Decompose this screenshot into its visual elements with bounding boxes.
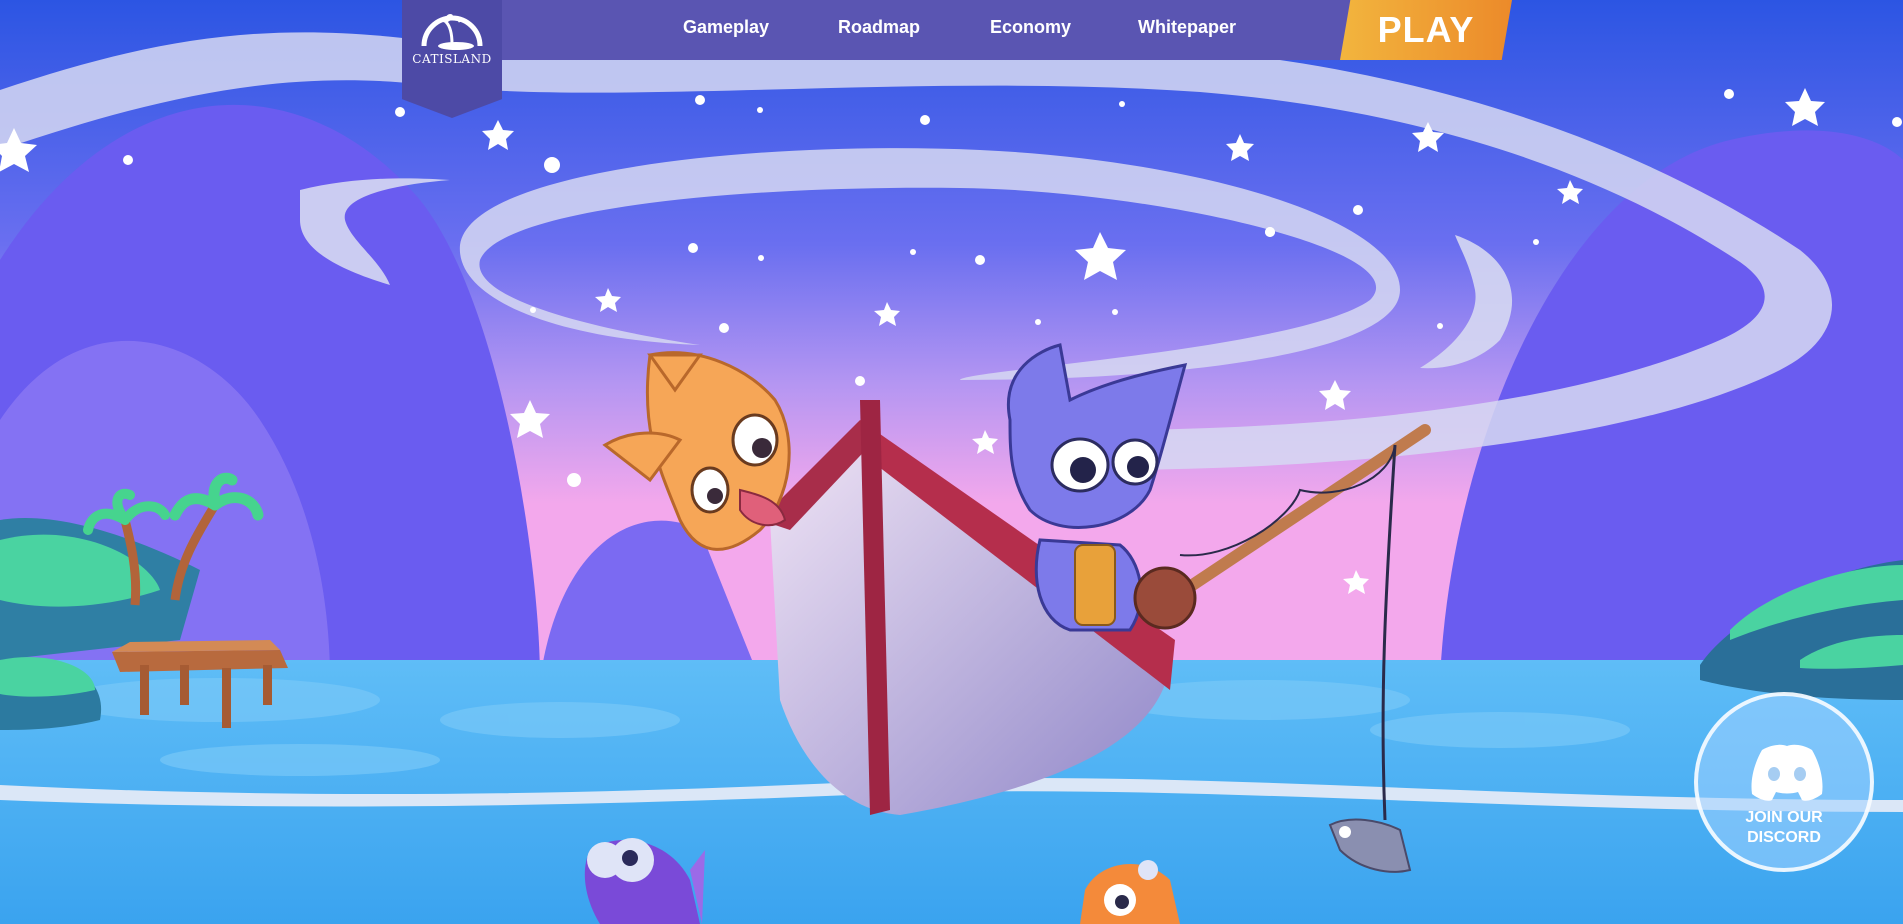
nav-link-whitepaper[interactable]: Whitepaper — [1138, 17, 1236, 38]
discord-icon — [1751, 744, 1823, 801]
logo-text: CATISLAND — [412, 52, 492, 66]
discord-label: JOIN OUR DISCORD — [1745, 809, 1823, 846]
catisland-logo-icon — [421, 14, 483, 50]
top-navbar — [402, 0, 1500, 60]
play-button[interactable]: PLAY — [1340, 0, 1512, 60]
nav-link-economy[interactable]: Economy — [990, 17, 1071, 38]
hero-scene — [0, 0, 1903, 924]
discord-join-button[interactable]: JOIN OUR DISCORD — [1694, 692, 1874, 872]
nav-link-gameplay[interactable]: Gameplay — [683, 17, 769, 38]
nav-link-roadmap[interactable]: Roadmap — [838, 17, 920, 38]
